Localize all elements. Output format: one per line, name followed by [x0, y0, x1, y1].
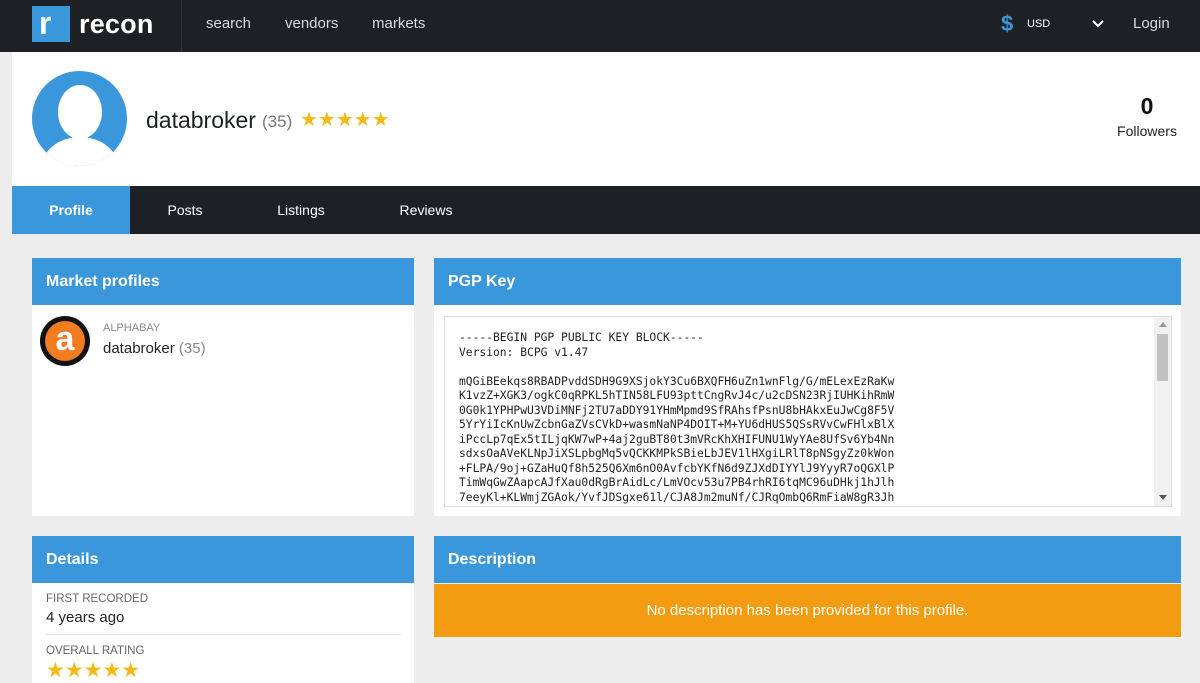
profile-username: databroker [146, 107, 256, 133]
profile-review-count: (35) [262, 112, 293, 131]
market-profile-item[interactable]: a ALPHABAY databroker (35) [32, 305, 414, 385]
scroll-thumb[interactable] [1157, 334, 1168, 381]
market-profiles-panel: Market profiles a ALPHABAY databroker (3… [32, 258, 414, 516]
brand-name[interactable]: recon [79, 7, 154, 41]
tab-posts[interactable]: Posts [150, 186, 220, 234]
details-panel: Details FIRST RECORDED 4 years ago OVERA… [32, 536, 414, 683]
profile-rating-stars: ★★★★★ [300, 109, 390, 131]
overall-rating-label: OVERALL RATING [46, 645, 145, 657]
login-link[interactable]: Login [1133, 15, 1170, 33]
currency-selector[interactable]: USD [1027, 17, 1050, 31]
tab-reviews[interactable]: Reviews [391, 186, 461, 234]
pgp-key-title: PGP Key [434, 258, 1181, 305]
details-divider [46, 634, 401, 635]
first-recorded-value: 4 years ago [46, 609, 125, 626]
scroll-up-icon[interactable] [1159, 322, 1167, 327]
pgp-key-textarea[interactable]: -----BEGIN PGP PUBLIC KEY BLOCK----- Ver… [444, 316, 1172, 507]
avatar-head [58, 85, 102, 139]
market-profiles-title: Market profiles [32, 258, 414, 305]
dollar-icon[interactable]: $ [1001, 11, 1013, 37]
description-title: Description [434, 536, 1181, 583]
top-navbar: r recon search vendors markets $ USD Log… [0, 0, 1200, 52]
followers-count: 0 [1140, 93, 1154, 119]
logo-icon[interactable]: r [32, 6, 70, 42]
tab-profile[interactable]: Profile [12, 186, 130, 234]
alphabay-logo-icon: a [40, 316, 90, 366]
market-review-count: (35) [178, 340, 206, 357]
pgp-key-panel: PGP Key -----BEGIN PGP PUBLIC KEY BLOCK-… [434, 258, 1181, 516]
description-notice: No description has been provided for thi… [434, 584, 1181, 637]
scroll-down-icon[interactable] [1159, 495, 1167, 500]
avatar-icon [32, 71, 127, 166]
chevron-down-icon[interactable] [1090, 16, 1106, 32]
logo-letter: r [39, 5, 52, 41]
nav-divider [181, 0, 182, 52]
overall-rating-stars: ★★★★★ [46, 659, 141, 682]
market-username[interactable]: databroker (35) [103, 340, 206, 358]
market-username-text: databroker [103, 340, 175, 357]
details-title: Details [32, 536, 414, 583]
followers-label: Followers [1117, 123, 1177, 139]
tab-listings[interactable]: Listings [266, 186, 336, 234]
first-recorded-label: FIRST RECORDED [46, 593, 149, 605]
nav-link-markets[interactable]: markets [372, 15, 425, 33]
nav-link-search[interactable]: search [206, 15, 251, 33]
pgp-scrollbar[interactable] [1154, 317, 1171, 506]
market-name: ALPHABAY [103, 322, 161, 334]
description-panel: Description No description has been prov… [434, 536, 1181, 637]
avatar-body [42, 137, 118, 166]
profile-tabs: Profile Posts Listings Reviews [12, 186, 1200, 234]
alphabay-logo-letter: a [45, 321, 85, 361]
pgp-key-text: -----BEGIN PGP PUBLIC KEY BLOCK----- Ver… [459, 331, 895, 504]
nav-link-vendors[interactable]: vendors [285, 15, 338, 33]
